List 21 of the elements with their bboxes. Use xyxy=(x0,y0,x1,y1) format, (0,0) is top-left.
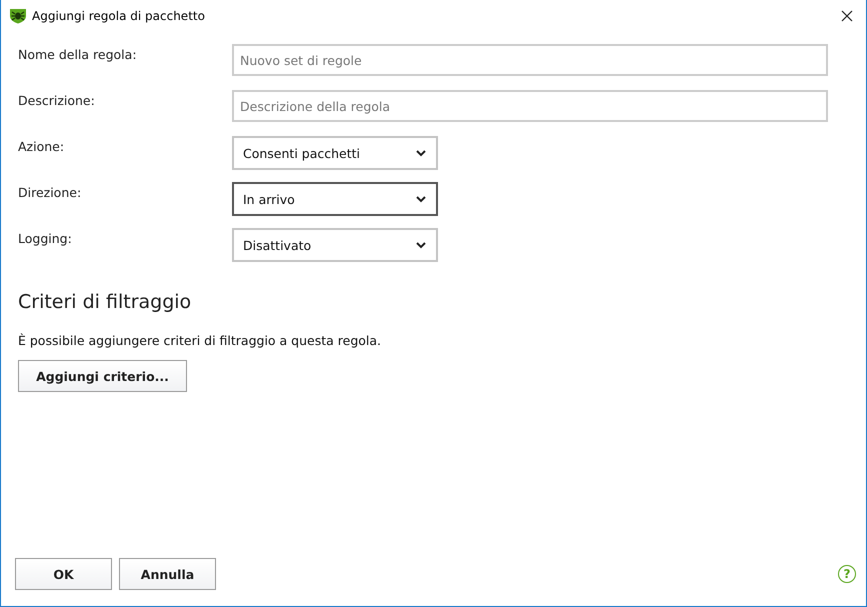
dropdown[interactable]: Disattivato xyxy=(232,228,438,262)
chevron-down-icon xyxy=(416,150,426,156)
section-description: È possibile aggiungere criteri di filtraggio a questa regola. xyxy=(18,333,382,348)
cancel-button[interactable]: Annulla xyxy=(119,558,216,590)
add-criterion-button[interactable]: Aggiungi criterio... xyxy=(18,360,187,392)
chevron-down-icon xyxy=(416,196,426,202)
field-label: Nome della regola: xyxy=(18,46,138,62)
field-label: Descrizione: xyxy=(18,92,96,108)
field-label: Logging: xyxy=(18,230,73,246)
section-heading: Criteri di filtraggio xyxy=(18,291,192,313)
spider-shield-icon xyxy=(9,8,27,24)
dropdown[interactable]: In arrivo xyxy=(232,182,438,216)
text-field[interactable]: Descrizione della regola xyxy=(232,90,828,122)
dropdown[interactable]: Consenti pacchetti xyxy=(232,136,438,170)
chevron-down-icon xyxy=(416,242,426,248)
window-title: Aggiungi regola di pacchetto xyxy=(32,8,206,22)
text-field[interactable]: Nuovo set di regole xyxy=(232,44,828,76)
field-label: Azione: xyxy=(18,138,66,154)
close-icon[interactable] xyxy=(841,10,853,22)
field-label: Direzione: xyxy=(18,184,82,200)
ok-button[interactable]: OK xyxy=(15,558,112,590)
